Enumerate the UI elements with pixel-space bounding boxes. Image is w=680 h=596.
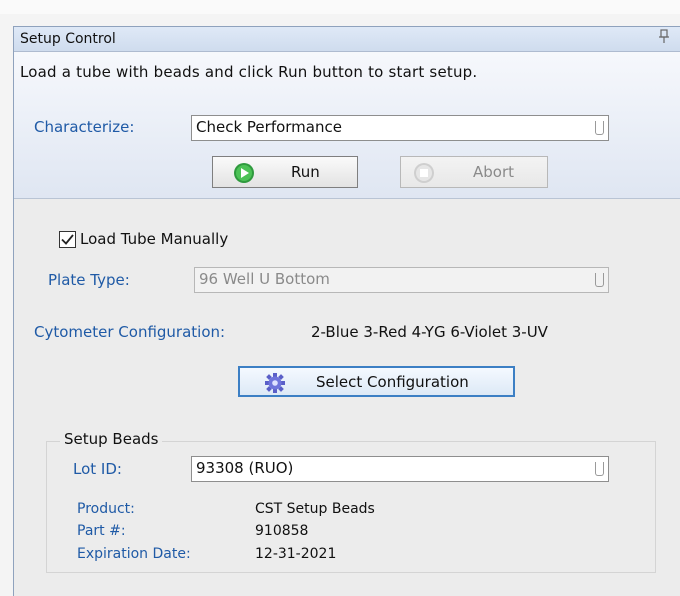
checkmark-icon	[61, 234, 74, 245]
run-button[interactable]: Run	[212, 156, 358, 188]
plate-type-value: 96 Well U Bottom	[199, 270, 330, 288]
chevron-down-icon	[595, 462, 604, 476]
abort-label: Abort	[473, 163, 515, 181]
run-play-icon	[233, 162, 255, 188]
abort-button[interactable]: Abort	[400, 156, 548, 188]
product-label: Product:	[77, 501, 135, 517]
expiration-label: Expiration Date:	[77, 546, 191, 562]
gear-config-icon	[264, 372, 286, 398]
lot-id-label: Lot ID:	[73, 460, 122, 478]
characterize-value: Check Performance	[196, 118, 342, 136]
product-value: CST Setup Beads	[255, 501, 375, 517]
instruction-text: Load a tube with beads and click Run but…	[20, 63, 478, 81]
plate-type-label: Plate Type:	[48, 271, 130, 289]
select-configuration-label: Select Configuration	[316, 373, 469, 391]
cytometer-config-label: Cytometer Configuration:	[34, 323, 226, 341]
chevron-down-icon	[595, 273, 604, 287]
top-strip	[0, 0, 680, 14]
part-label: Part #:	[77, 523, 126, 539]
chevron-down-icon	[595, 121, 604, 135]
lot-id-value: 93308 (RUO)	[196, 459, 294, 477]
select-configuration-button[interactable]: Select Configuration	[238, 366, 515, 397]
panel-title: Setup Control	[20, 31, 116, 47]
load-tube-checkbox[interactable]	[59, 231, 76, 248]
characterize-dropdown[interactable]: Check Performance	[191, 115, 609, 141]
characterize-label: Characterize:	[34, 118, 135, 136]
abort-stop-icon	[413, 162, 435, 188]
pin-icon[interactable]	[658, 28, 670, 46]
plate-type-dropdown[interactable]: 96 Well U Bottom	[194, 267, 609, 293]
expiration-value: 12-31-2021	[255, 546, 337, 562]
setup-beads-title: Setup Beads	[60, 430, 163, 448]
load-tube-label: Load Tube Manually	[80, 230, 229, 248]
part-value: 910858	[255, 523, 309, 539]
cytometer-config-value: 2-Blue 3-Red 4-YG 6-Violet 3-UV	[311, 323, 548, 341]
lot-id-dropdown[interactable]: 93308 (RUO)	[191, 456, 609, 482]
run-label: Run	[291, 163, 320, 181]
